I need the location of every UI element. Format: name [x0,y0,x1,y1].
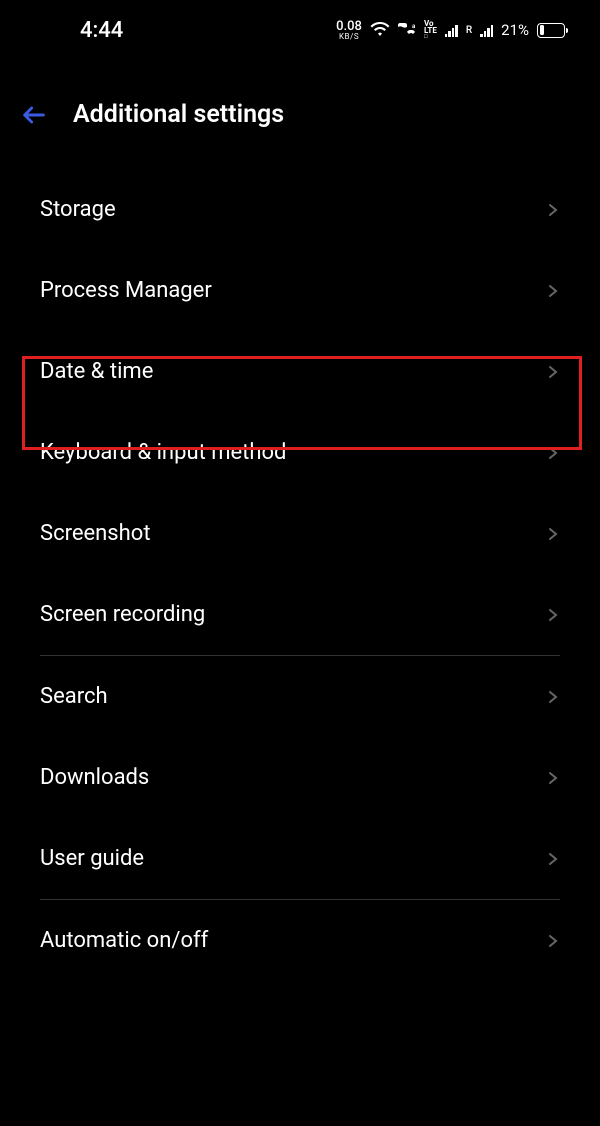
setting-label: Keyboard & input method [40,440,286,465]
chevron-right-icon [546,934,560,948]
status-bar: 4:44 0.08 KB/S a Vo LTE □ R [0,0,600,60]
chevron-right-icon [546,446,560,460]
back-button[interactable] [20,101,48,129]
setting-item-keyboard[interactable]: Keyboard & input method [0,412,600,493]
setting-item-automatic-onoff[interactable]: Automatic on/off [0,900,600,981]
setting-label: Storage [40,197,116,222]
chevron-right-icon [546,771,560,785]
setting-label: Screen recording [40,602,205,627]
chevron-right-icon [546,690,560,704]
battery-percent: 21% [501,21,529,39]
chevron-right-icon [546,284,560,298]
setting-item-screen-recording[interactable]: Screen recording [0,574,600,655]
setting-label: Process Manager [40,278,212,303]
roaming-label: R [466,25,472,36]
chevron-right-icon [546,203,560,217]
setting-item-screenshot[interactable]: Screenshot [0,493,600,574]
signal-bars-1 [445,23,458,37]
setting-item-search[interactable]: Search [0,656,600,737]
setting-label: Search [40,684,108,709]
setting-item-downloads[interactable]: Downloads [0,737,600,818]
setting-item-process-manager[interactable]: Process Manager [0,250,600,331]
chevron-right-icon [546,608,560,622]
signal-bars-2 [480,23,493,37]
svg-text:a: a [412,23,416,30]
status-right: 0.08 KB/S a Vo LTE □ R 21% [336,20,565,41]
wifi-icon [370,22,390,38]
chevron-right-icon [546,365,560,379]
volte-label: Vo LTE □ [424,20,437,40]
network-speed: 0.08 KB/S [336,20,362,41]
setting-item-date-time[interactable]: Date & time [0,331,600,412]
setting-item-user-guide[interactable]: User guide [0,818,600,899]
setting-label: User guide [40,846,144,871]
status-time: 4:44 [80,18,123,43]
chevron-right-icon [546,852,560,866]
settings-list: Storage Process Manager Date & time Keyb… [0,149,600,1001]
chevron-right-icon [546,527,560,541]
battery-icon [537,23,565,38]
setting-label: Date & time [40,359,153,384]
setting-label: Downloads [40,765,149,790]
wifi-call-icon: a [398,23,416,37]
page-title: Additional settings [73,100,284,129]
setting-label: Screenshot [40,521,151,546]
setting-item-storage[interactable]: Storage [0,169,600,250]
setting-label: Automatic on/off [40,928,208,953]
header: Additional settings [0,60,600,149]
